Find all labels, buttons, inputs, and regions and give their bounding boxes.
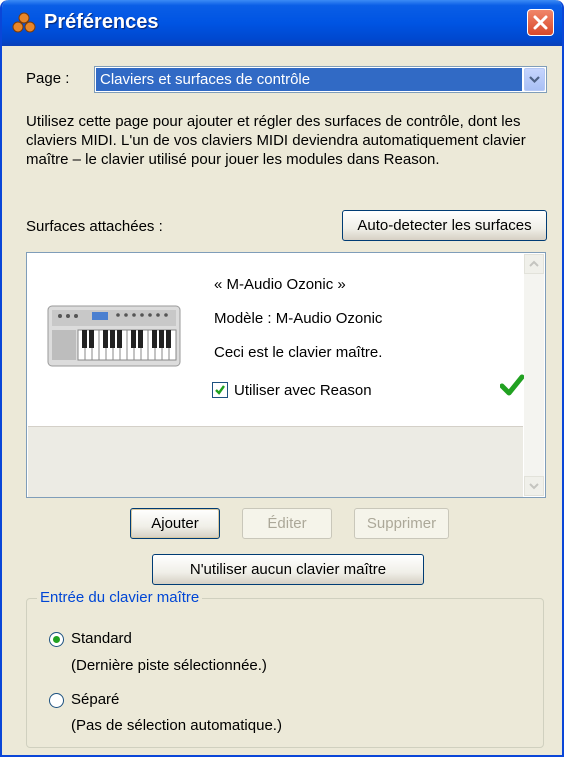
delete-button[interactable]: Supprimer bbox=[354, 508, 449, 539]
reason-app-icon bbox=[12, 12, 36, 33]
chevron-down-icon bbox=[529, 76, 540, 84]
close-icon bbox=[533, 15, 548, 30]
title-bar[interactable]: Préférences bbox=[2, 0, 562, 46]
master-input-title: Entrée du clavier maître bbox=[37, 589, 203, 606]
check-icon bbox=[215, 385, 225, 395]
radio-selected-dot bbox=[53, 636, 60, 643]
separate-label[interactable]: Séparé bbox=[71, 691, 119, 708]
preferences-window: Préférences Page : Claviers et surfaces … bbox=[0, 0, 564, 757]
dropdown-arrow-button[interactable] bbox=[524, 68, 545, 91]
page-dropdown-value: Claviers et surfaces de contrôle bbox=[96, 68, 522, 91]
chevron-down-icon bbox=[529, 483, 539, 490]
separate-description: (Pas de sélection automatique.) bbox=[71, 717, 282, 734]
close-button[interactable] bbox=[527, 9, 554, 36]
edit-button[interactable]: Éditer bbox=[242, 508, 332, 539]
midi-keyboard-icon bbox=[47, 305, 181, 367]
autodetect-surfaces-button[interactable]: Auto-detecter les surfaces bbox=[342, 210, 547, 241]
list-empty-area[interactable] bbox=[28, 426, 523, 497]
surface-master-status: Ceci est le clavier maître. bbox=[214, 344, 383, 361]
window-title: Préférences bbox=[44, 11, 159, 33]
surfaces-list[interactable]: « M-Audio Ozonic » Modèle : M-Audio Ozon… bbox=[26, 252, 546, 498]
use-with-reason-checkbox[interactable] bbox=[212, 382, 228, 398]
dialog-content: Page : Claviers et surfaces de contrôle … bbox=[2, 46, 562, 755]
no-master-keyboard-button[interactable]: N'utiliser aucun clavier maître bbox=[152, 554, 424, 585]
standard-radio[interactable] bbox=[49, 632, 64, 647]
chevron-up-icon bbox=[529, 260, 539, 267]
standard-label[interactable]: Standard bbox=[71, 630, 132, 647]
list-scrollbar[interactable] bbox=[524, 254, 544, 496]
page-description: Utilisez cette page pour ajouter et régl… bbox=[26, 113, 526, 168]
page-dropdown[interactable]: Claviers et surfaces de contrôle bbox=[94, 66, 547, 93]
page-label: Page : bbox=[26, 70, 70, 87]
add-button[interactable]: Ajouter bbox=[130, 508, 220, 539]
surface-item-ozonic[interactable]: « M-Audio Ozonic » Modèle : M-Audio Ozon… bbox=[28, 254, 524, 426]
green-checkmark-icon bbox=[500, 374, 524, 396]
standard-description: (Dernière piste sélectionnée.) bbox=[71, 657, 267, 674]
surface-model: Modèle : M-Audio Ozonic bbox=[214, 310, 383, 327]
use-with-reason-label: Utiliser avec Reason bbox=[234, 382, 372, 399]
scroll-up-button[interactable] bbox=[524, 254, 544, 274]
separate-radio[interactable] bbox=[49, 693, 64, 708]
surface-name: « M-Audio Ozonic » bbox=[214, 276, 346, 293]
attached-surfaces-label: Surfaces attachées : bbox=[26, 218, 163, 235]
master-input-group: Entrée du clavier maître Standard (Derni… bbox=[26, 589, 544, 748]
scroll-down-button[interactable] bbox=[524, 476, 544, 496]
